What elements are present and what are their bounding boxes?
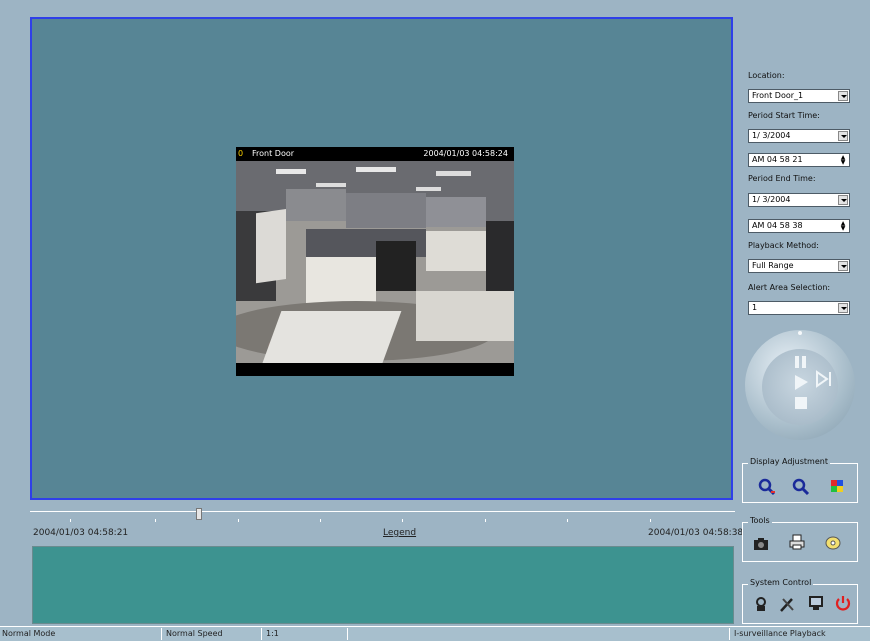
video-timestamp: 2004/01/03 04:58:24	[423, 149, 508, 158]
status-bar: Normal Mode Normal Speed 1:1 I-surveilla…	[0, 626, 870, 641]
timeline-tick	[320, 519, 321, 522]
timeline-track[interactable]	[30, 511, 735, 512]
chevron-down-icon[interactable]	[838, 131, 848, 141]
playback-method-label: Playback Method:	[748, 241, 819, 250]
timeline-start-time: 2004/01/03 04:58:21	[33, 528, 129, 538]
power-icon[interactable]	[832, 594, 854, 616]
period-start-time-spinner[interactable]: AM 04 58 21 ▲ ▼	[748, 153, 850, 167]
status-app-name: I-surveillance Playback	[734, 629, 826, 638]
period-end-time-value: AM 04 58 38	[752, 221, 803, 230]
print-icon[interactable]	[786, 533, 808, 555]
display-adjustment-title: Display Adjustment	[748, 457, 830, 466]
period-start-date-picker[interactable]: 1/ 3/2004	[748, 129, 850, 143]
period-start-label: Period Start Time:	[748, 111, 820, 120]
system-control-title: System Control	[748, 578, 814, 587]
location-dropdown[interactable]: Front Door_1	[748, 89, 850, 103]
chevron-down-icon[interactable]	[838, 195, 848, 205]
period-start-time-value: AM 04 58 21	[752, 155, 803, 164]
pause-icon[interactable]	[795, 356, 806, 368]
timeline-tick	[155, 519, 156, 522]
status-empty	[350, 628, 730, 640]
legend-panel	[32, 546, 734, 624]
alert-area-value: 1	[752, 303, 758, 312]
chevron-down-icon[interactable]	[838, 91, 848, 101]
zoom-in-icon[interactable]	[756, 477, 778, 499]
status-ratio: 1:1	[264, 628, 348, 640]
timeline-tick	[238, 519, 239, 522]
timeline-slider-thumb[interactable]	[196, 508, 202, 520]
chevron-down-icon[interactable]	[838, 261, 848, 271]
period-end-time-spinner[interactable]: AM 04 58 38 ▲ ▼	[748, 219, 850, 233]
color-adjust-icon[interactable]	[826, 477, 848, 499]
office-scene-image	[236, 161, 514, 363]
playback-method-dropdown[interactable]: Full Range	[748, 259, 850, 273]
tools-icon[interactable]	[776, 596, 798, 618]
camera-video-frame: 0 Front Door 2004/01/03 04:58:24	[236, 147, 514, 376]
period-start-date-value: 1/ 3/2004	[752, 131, 791, 140]
period-end-date-value: 1/ 3/2004	[752, 195, 791, 204]
chevron-down-icon[interactable]	[838, 303, 848, 313]
status-mode: Normal Mode	[0, 628, 162, 640]
camera-name: Front Door	[252, 149, 295, 158]
camera-icon[interactable]	[750, 535, 772, 557]
location-label: Location:	[748, 71, 785, 80]
playback-method-value: Full Range	[752, 261, 794, 270]
location-value: Front Door_1	[752, 91, 804, 100]
timeline-tick	[485, 519, 486, 522]
period-end-label: Period End Time:	[748, 174, 816, 183]
playback-buttons	[795, 331, 831, 409]
timeline-end-time: 2004/01/03 04:58:38	[648, 528, 744, 538]
channel-number: 0	[238, 149, 244, 158]
spinner-arrows-icon[interactable]: ▲ ▼	[838, 221, 848, 232]
status-speed: Normal Speed	[164, 628, 262, 640]
timeline-tick	[567, 519, 568, 522]
tools-title: Tools	[748, 516, 772, 525]
disc-icon[interactable]	[822, 533, 844, 555]
step-forward-icon[interactable]	[816, 370, 831, 388]
monitor-icon[interactable]	[805, 594, 827, 616]
alert-area-dropdown[interactable]: 1	[748, 301, 850, 315]
legend-label[interactable]: Legend	[383, 528, 416, 538]
timeline-tick	[70, 519, 71, 522]
timeline-tick	[402, 519, 403, 522]
period-end-date-picker[interactable]: 1/ 3/2004	[748, 193, 850, 207]
play-icon[interactable]	[795, 375, 808, 390]
network-icon[interactable]	[750, 596, 772, 618]
zoom-out-icon[interactable]	[790, 477, 812, 499]
timeline-tick	[650, 519, 651, 522]
spinner-arrows-icon[interactable]: ▲ ▼	[838, 155, 848, 166]
video-overlay-header: 0 Front Door 2004/01/03 04:58:24	[236, 147, 514, 161]
stop-icon[interactable]	[795, 397, 807, 409]
alert-area-label: Alert Area Selection:	[748, 283, 831, 292]
